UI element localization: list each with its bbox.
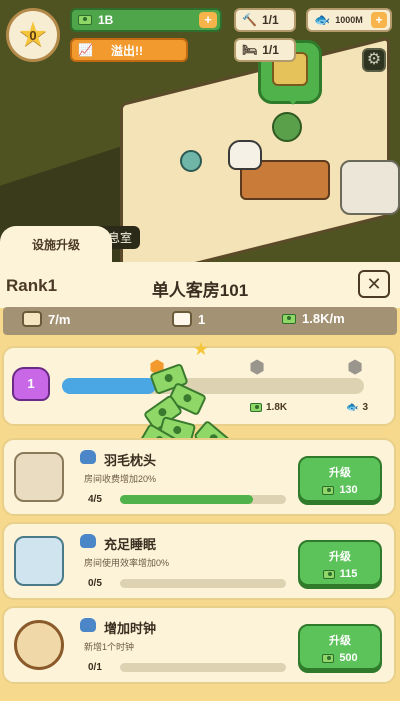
stat-cats-value: 1 [198,311,206,327]
milestone-3-icon: ⬢ [347,357,363,377]
close-button[interactable]: ✕ [358,270,390,298]
settings-button[interactable]: ⚙ [362,48,386,72]
star-marker-icon: ★ [192,339,210,359]
scene-cat[interactable] [228,140,262,170]
cat-mini-icon [80,534,96,548]
upgrade-progress-bar [120,663,286,672]
fish-icon: 🐟 [346,402,359,413]
feather-pillow-icon [14,452,64,502]
money-icon [282,313,296,324]
upgrade-button[interactable]: 升级 130 [298,456,382,502]
bed-counter[interactable]: 🛏 1/1 [234,38,296,62]
stat-per-minute-value: 7/m [48,311,71,327]
upgrade-desc: 新增1个时钟 [84,642,135,652]
room-progress-fill [62,378,156,394]
upgrade-button-label: 升级 [329,467,351,479]
bed-icon: 🛏 [242,43,258,57]
hammer-counter[interactable]: 🔨 1/1 [234,8,296,32]
room-title: 单人客房101 [151,281,249,300]
gear-icon: ⚙ [366,51,382,68]
stat-income-value: 1.8K/m [302,311,345,326]
reward-money: 1.8K [250,402,287,413]
reward-money-value: 1.8K [266,402,288,413]
cash-amount: 1B [98,13,114,27]
money-icon [250,403,262,412]
upgrade-progress-bar [120,495,286,504]
upgrade-cost: 115 [339,568,358,580]
upgrade-desc: 房间收费增加20% [84,474,157,484]
stat-per-minute: 7/m [22,311,70,327]
player-level-badge[interactable]: ★ 0 [6,8,60,62]
bed-count: 1/1 [262,43,279,57]
player-level: 0 [29,27,37,43]
cash-bar[interactable]: 1B + [70,8,222,32]
upgrade-count: 4/5 [88,494,102,505]
upgrade-button-label: 升级 [329,551,351,563]
coin-clock-icon [22,311,42,327]
room-progress-bar [62,378,364,394]
scene-plant [272,112,302,142]
money-icon [322,653,335,663]
stat-cats: 1 [172,311,205,327]
scene-sofa [340,160,400,215]
upgrade-desc: 房间使用效率增加0% [84,558,170,568]
reward-fish-value: 3 [362,402,369,413]
upgrade-button[interactable]: 升级 115 [298,540,382,586]
cat-mini-icon [80,450,96,464]
cat-level: 1 [27,376,35,391]
upgrade-count: 0/5 [88,578,102,589]
upgrade-count: 0/1 [88,662,102,673]
reward-fish: 🐟 3 [346,402,368,413]
upgrade-cost: 130 [339,484,358,496]
fish-amount: 1000M [335,15,363,25]
tab-facility-upgrade[interactable]: 设施升级 [0,226,112,264]
overflow-label: 溢出!! [110,43,143,58]
curtain-icon [14,536,64,586]
fish-counter[interactable]: 🐟 1000M + [306,8,392,32]
money-icon [78,15,92,25]
clock-icon [14,620,64,670]
add-fish-button[interactable]: + [371,12,387,28]
upgrade-button-label: 升级 [329,635,351,647]
chart-up-icon: 📈 [78,43,93,57]
overflow-bar[interactable]: 📈 溢出!! [70,38,188,62]
hammer-icon: 🔨 [242,13,257,27]
money-icon [322,569,335,579]
money-icon [322,485,335,495]
cat-mini-icon [80,618,96,632]
close-icon: ✕ [366,274,382,294]
upgrade-button[interactable]: 升级 500 [298,624,382,670]
upgrade-name: 充足睡眠 [104,537,157,552]
upgrade-progress-fill [120,495,253,504]
scene-lamp [180,150,202,172]
cat-level-badge: 1 [12,367,50,401]
add-cash-button[interactable]: + [199,12,217,28]
hammer-count: 1/1 [261,13,279,27]
stat-income: 1.8K/m [282,311,345,326]
upgrade-name: 羽毛枕头 [104,453,157,468]
upgrade-name: 增加时钟 [104,621,157,636]
milestone-2-icon: ⬢ [249,357,265,377]
cat-face-icon [172,311,192,327]
fish-icon: 🐟 [314,12,331,27]
upgrade-progress-bar [120,579,286,588]
upgrade-cost: 500 [339,652,358,664]
